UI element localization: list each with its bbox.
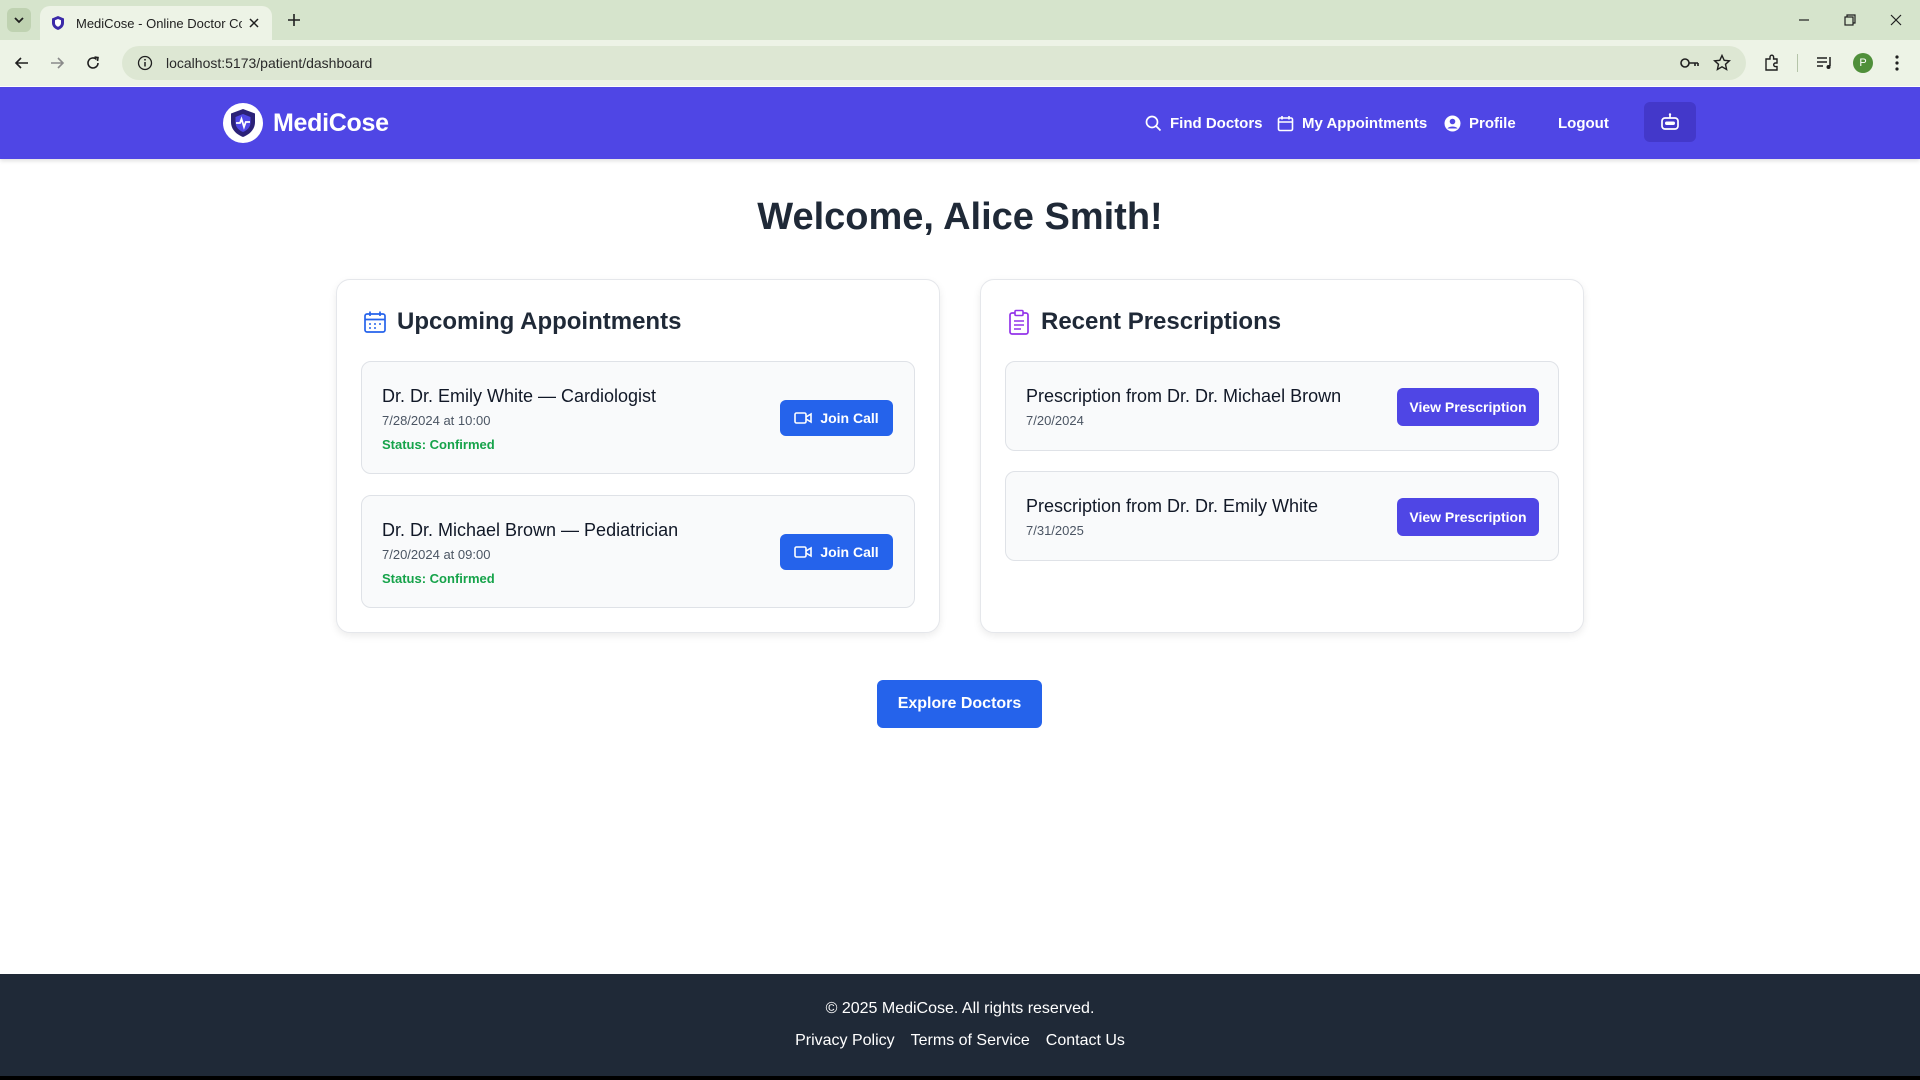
contact-us-link[interactable]: Contact Us	[1046, 1032, 1125, 1050]
prescription-card: Prescription from Dr. Dr. Michael Brown …	[1005, 361, 1559, 451]
address-bar[interactable]: localhost:5173/patient/dashboard	[122, 46, 1746, 80]
nav-find-doctors-label: Find Doctors	[1170, 114, 1263, 132]
search-icon	[1144, 114, 1162, 132]
prescriptions-panel: Recent Prescriptions Prescription from D…	[980, 279, 1584, 633]
restore-icon[interactable]	[1828, 6, 1872, 34]
reload-icon[interactable]	[79, 49, 107, 77]
view-prescription-button[interactable]: View Prescription	[1397, 388, 1539, 426]
media-control-icon[interactable]	[1813, 51, 1837, 75]
welcome-heading: Welcome, Alice Smith!	[757, 196, 1163, 238]
appointment-datetime: 7/20/2024 at 09:00	[382, 547, 491, 562]
appointment-status: Status: Confirmed	[382, 437, 495, 452]
prescription-label: Prescription from Dr. Dr. Emily White	[1026, 496, 1319, 516]
forward-icon[interactable]	[43, 49, 71, 77]
chevron-down-icon	[14, 17, 24, 24]
nav-logout[interactable]: Logout	[1558, 87, 1609, 159]
appointment-doctor: Dr. Dr. Michael Brown — Pediatrician	[382, 520, 679, 540]
footer-copyright: © 2025 MediCose. All rights reserved.	[825, 1000, 1095, 1017]
close-tab-icon[interactable]	[246, 15, 262, 31]
browser-toolbar: localhost:5173/patient/dashboard	[0, 40, 1920, 86]
new-tab-icon[interactable]	[282, 8, 306, 32]
video-camera-icon	[794, 545, 813, 559]
join-call-label: Join Call	[820, 544, 879, 560]
appointments-panel: Upcoming Appointments Dr. Dr. Emily Whit…	[336, 279, 940, 633]
nav-find-doctors[interactable]: Find Doctors	[1144, 87, 1263, 159]
footer: © 2025 MediCose. All rights reserved. Pr…	[0, 974, 1920, 1076]
join-call-button[interactable]: Join Call	[780, 400, 893, 436]
footer-links: Privacy Policy Terms of Service Contact …	[0, 1032, 1920, 1050]
appointment-card: Dr. Dr. Michael Brown — Pediatrician 7/2…	[361, 495, 915, 608]
brand-link[interactable]: MediCose	[223, 103, 389, 143]
appointment-doctor: Dr. Dr. Emily White — Cardiologist	[382, 386, 657, 406]
toolbar-divider	[1797, 54, 1798, 72]
join-call-label: Join Call	[820, 410, 879, 426]
robot-icon	[1661, 113, 1679, 130]
tab-title: MediCose - Online Doctor Con	[76, 15, 242, 31]
video-camera-icon	[794, 411, 813, 425]
appointment-status: Status: Confirmed	[382, 571, 495, 586]
nav-logout-label: Logout	[1558, 114, 1609, 132]
join-call-button[interactable]: Join Call	[780, 534, 893, 570]
prescription-date: 7/20/2024	[1026, 413, 1084, 428]
prescription-date: 7/31/2025	[1026, 523, 1084, 538]
nav-profile[interactable]: Profile	[1443, 87, 1516, 159]
privacy-policy-link[interactable]: Privacy Policy	[795, 1032, 895, 1050]
explore-doctors-button[interactable]: Explore Doctors	[877, 680, 1042, 728]
password-key-icon[interactable]	[1678, 51, 1702, 75]
nav-my-appointments[interactable]: My Appointments	[1276, 87, 1427, 159]
appointment-card: Dr. Dr. Emily White — Cardiologist 7/28/…	[361, 361, 915, 474]
browser-tab-strip: MediCose - Online Doctor Con	[0, 0, 1920, 40]
appointments-title: Upcoming Appointments	[397, 308, 682, 335]
chatbot-button[interactable]	[1644, 102, 1696, 142]
site-info-icon[interactable]	[136, 54, 154, 72]
extensions-icon[interactable]	[1760, 51, 1784, 75]
calendar-icon	[363, 309, 387, 335]
back-icon[interactable]	[8, 49, 36, 77]
url-text: localhost:5173/patient/dashboard	[166, 55, 373, 71]
prescription-card: Prescription from Dr. Dr. Emily White 7/…	[1005, 471, 1559, 561]
prescriptions-title: Recent Prescriptions	[1041, 308, 1282, 335]
nav-profile-label: Profile	[1469, 114, 1516, 132]
browser-tab-active[interactable]: MediCose - Online Doctor Con	[40, 6, 272, 40]
minimize-icon[interactable]	[1782, 6, 1826, 34]
shield-icon	[50, 15, 66, 31]
brand-name: MediCose	[273, 108, 389, 137]
terms-of-service-link[interactable]: Terms of Service	[911, 1032, 1030, 1050]
view-prescription-button[interactable]: View Prescription	[1397, 498, 1539, 536]
close-window-icon[interactable]	[1874, 6, 1918, 34]
clipboard-icon	[1007, 309, 1031, 335]
bookmark-star-icon[interactable]	[1710, 51, 1734, 75]
menu-dots-icon[interactable]	[1885, 51, 1909, 75]
bottom-edge	[0, 1076, 1920, 1080]
nav-my-appointments-label: My Appointments	[1302, 114, 1428, 132]
tab-search-button[interactable]	[7, 8, 31, 32]
shield-logo-icon	[223, 103, 263, 143]
app-header: MediCose Find Doctors My Appointments Pr…	[0, 87, 1920, 159]
profile-avatar[interactable]: P	[1853, 53, 1873, 73]
prescription-label: Prescription from Dr. Dr. Michael Brown	[1026, 386, 1342, 406]
appointment-datetime: 7/28/2024 at 10:00	[382, 413, 491, 428]
user-circle-icon	[1443, 114, 1461, 132]
calendar-icon	[1276, 114, 1294, 132]
